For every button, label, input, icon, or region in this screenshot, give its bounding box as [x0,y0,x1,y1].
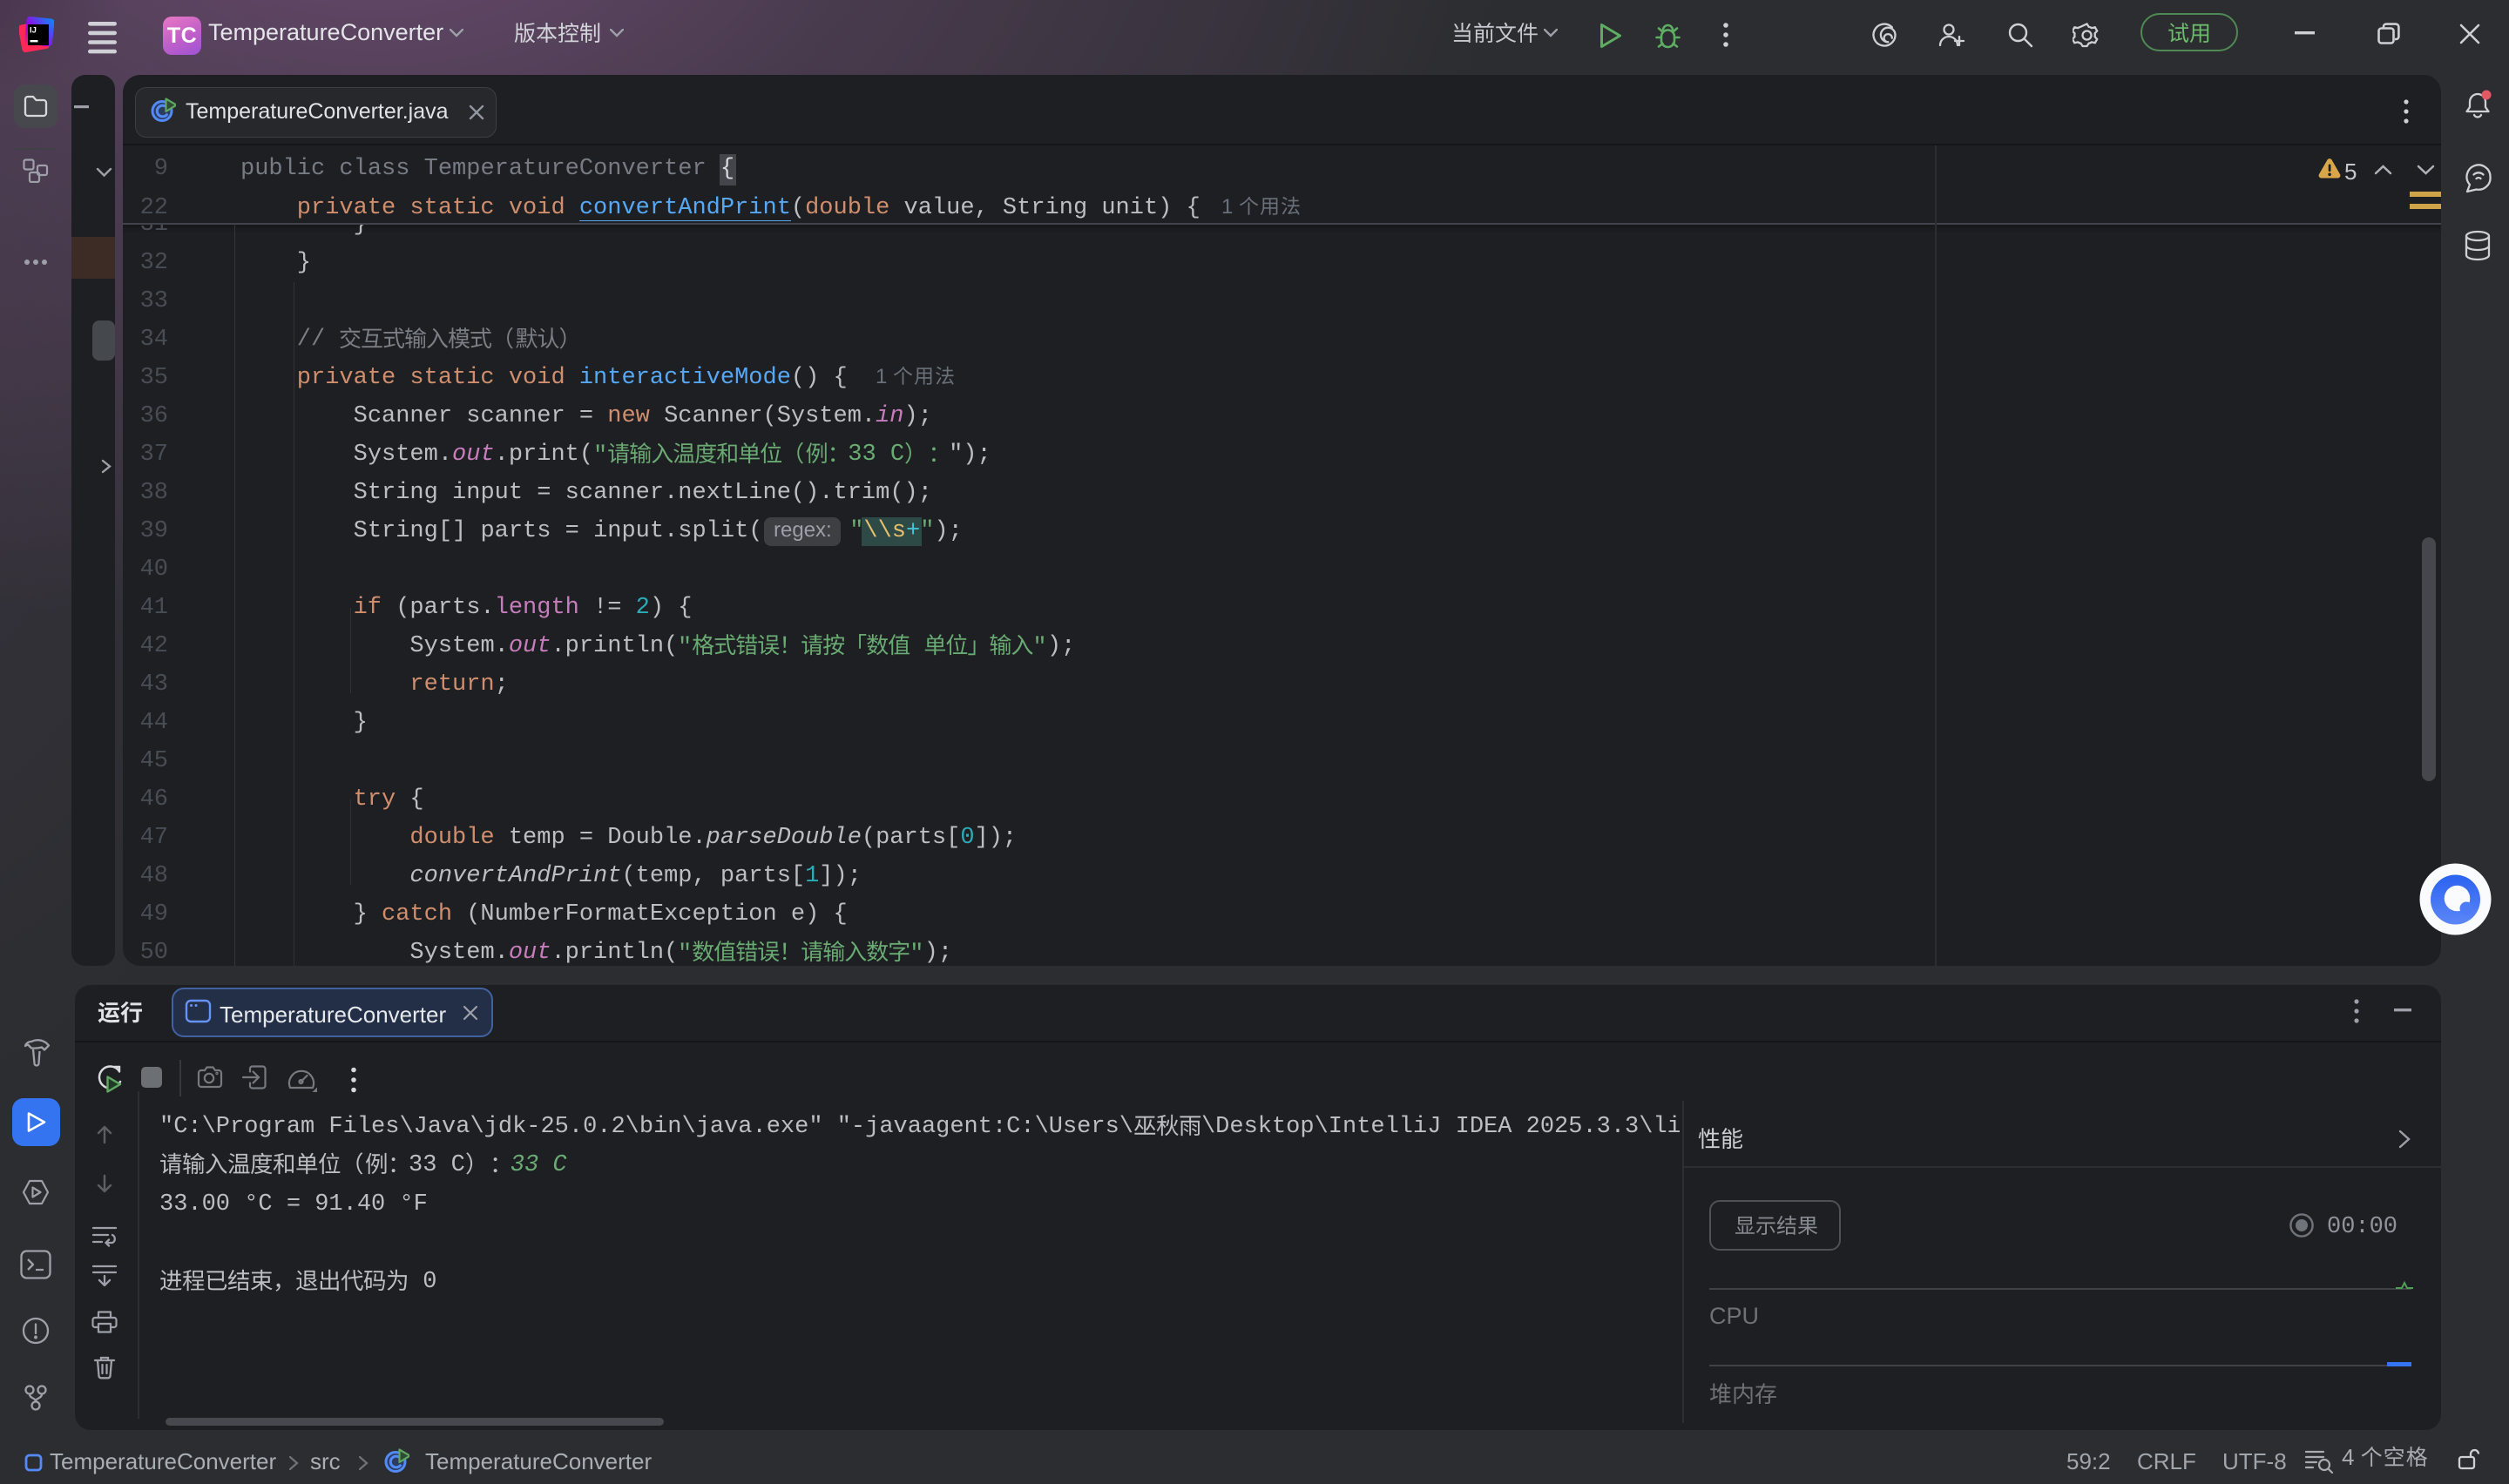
svg-text:IJ: IJ [30,26,37,36]
